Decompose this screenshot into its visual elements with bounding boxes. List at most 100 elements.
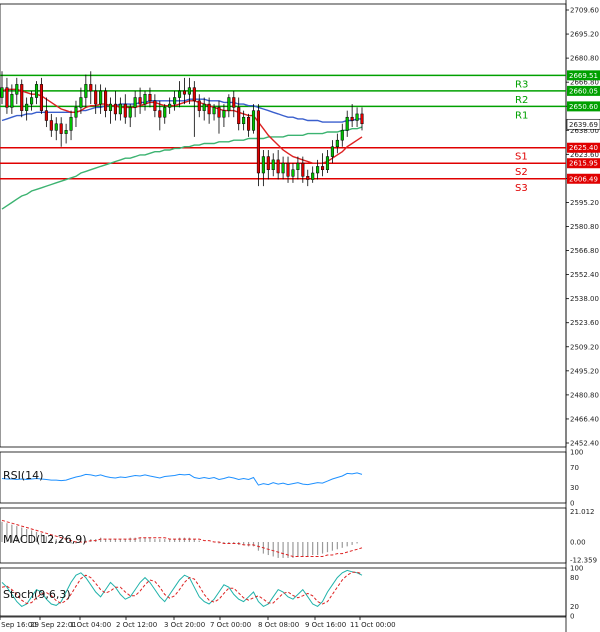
candle-bear <box>94 90 98 105</box>
candle-bull <box>296 162 300 170</box>
candle-bear <box>286 162 290 177</box>
macd-label: MACD(12,26,9) <box>3 533 87 546</box>
candle-bull <box>281 162 285 174</box>
rsi-label: RSI(14) <box>3 469 43 482</box>
level-name-r2: R2 <box>515 95 528 106</box>
candle-bear <box>138 97 142 105</box>
candle-bear <box>20 84 24 111</box>
candle-bull <box>325 156 330 170</box>
candle-bull <box>311 172 315 180</box>
candle-bull <box>30 97 34 105</box>
candle-bull <box>99 90 103 105</box>
candle-bear <box>59 123 63 134</box>
candle-bull <box>168 103 172 108</box>
candle-bull <box>316 166 320 174</box>
candle-bear <box>104 90 108 111</box>
candle-bull <box>271 159 275 170</box>
candle-bear <box>360 113 364 125</box>
candle-bear <box>256 110 260 174</box>
rsi-tick-label: 100 <box>570 449 583 457</box>
candle-bull <box>0 87 4 98</box>
stoch-tick-label: 100 <box>570 565 583 573</box>
candle-bull <box>163 107 167 118</box>
price-tick-label: 2538.00 <box>570 295 599 303</box>
candle-bear <box>197 100 201 111</box>
candle-bull <box>340 130 344 141</box>
level-name-s2: S2 <box>515 167 528 178</box>
candle-bull <box>118 103 122 115</box>
price-tick-label: 2695.20 <box>570 31 599 39</box>
candle-bull <box>291 169 295 177</box>
time-tick-label: 9 Oct 16:00 <box>305 621 346 629</box>
price-tick-label: 2680.80 <box>570 55 599 63</box>
candle-bull <box>330 146 334 157</box>
price-tick-label: 2466.40 <box>570 415 599 423</box>
price-tick-label: 2595.20 <box>570 199 599 207</box>
candle-bear <box>182 90 187 95</box>
candle-bull <box>173 97 177 105</box>
candle-bull <box>143 93 147 105</box>
candle-bull <box>74 107 78 118</box>
candle-bear <box>113 103 117 115</box>
candle-bull <box>222 110 226 118</box>
stoch-tick-label: 0 <box>570 613 574 621</box>
time-tick-label: 1 Oct 04:00 <box>70 621 111 629</box>
macd-tick-label: -12.359 <box>570 556 597 564</box>
price-tick-label: 2552.40 <box>570 271 599 279</box>
candle-bull <box>335 139 339 147</box>
price-tick-label: 2580.80 <box>570 223 599 231</box>
candle-bear <box>158 110 162 118</box>
candle-bull <box>128 107 132 118</box>
last-price-tag: 2639.69 <box>569 121 598 129</box>
stoch-tick-label: 80 <box>570 574 579 582</box>
candle-bear <box>306 176 310 180</box>
candle-bear <box>44 110 48 121</box>
candle-bull <box>345 116 349 131</box>
candle-bear <box>247 116 251 131</box>
candle-bear <box>301 162 305 177</box>
candle-bear <box>39 84 44 111</box>
candle-bull <box>79 97 83 108</box>
price-tick-label: 2509.20 <box>570 343 599 351</box>
candle-bear <box>217 107 221 118</box>
candle-bull <box>251 110 256 131</box>
level-tag-r2: 2660.05 <box>569 87 598 95</box>
chart: 2709.602695.202680.802666.802652.402638.… <box>0 0 600 632</box>
level-tag-s1: 2625.40 <box>569 144 598 152</box>
candle-bear <box>207 103 211 115</box>
candle-bull <box>34 84 39 98</box>
level-name-r1: R1 <box>515 110 528 121</box>
candle-bull <box>242 116 246 125</box>
candle-bull <box>177 90 182 98</box>
time-tick-label: 2 Oct 12:00 <box>116 621 157 629</box>
candle-bull <box>10 93 14 108</box>
level-tag-r3: 2669.51 <box>569 72 598 80</box>
candle-bear <box>123 103 127 118</box>
price-tick-label: 2495.20 <box>570 367 599 375</box>
candle-bear <box>49 120 53 131</box>
time-tick-label: 8 Oct 08:00 <box>258 621 299 629</box>
level-tag-s3: 2606.49 <box>569 175 598 183</box>
candle-bull <box>64 130 68 134</box>
candle-bull <box>355 113 359 121</box>
price-tick-label: 2709.60 <box>570 7 599 15</box>
candle-bull <box>108 103 113 111</box>
rsi-tick-label: 0 <box>570 500 574 508</box>
candle-bear <box>237 107 241 125</box>
candle-bear <box>276 159 280 174</box>
candle-bull <box>133 97 137 108</box>
level-name-r3: R3 <box>515 79 528 90</box>
candle-bear <box>153 100 157 111</box>
candle-bear <box>266 156 270 170</box>
candle-bear <box>350 116 354 121</box>
macd-tick-label: 21.012 <box>570 508 595 516</box>
candle-bear <box>320 166 325 170</box>
rsi-tick-label: 30 <box>570 484 579 492</box>
rsi-tick-label: 70 <box>570 464 579 472</box>
candle-bear <box>232 97 236 108</box>
candle-bull <box>25 103 29 111</box>
candle-bear <box>148 93 152 102</box>
candle-bull <box>212 107 216 115</box>
candle-bull <box>227 97 231 111</box>
candle-bull <box>187 87 191 95</box>
